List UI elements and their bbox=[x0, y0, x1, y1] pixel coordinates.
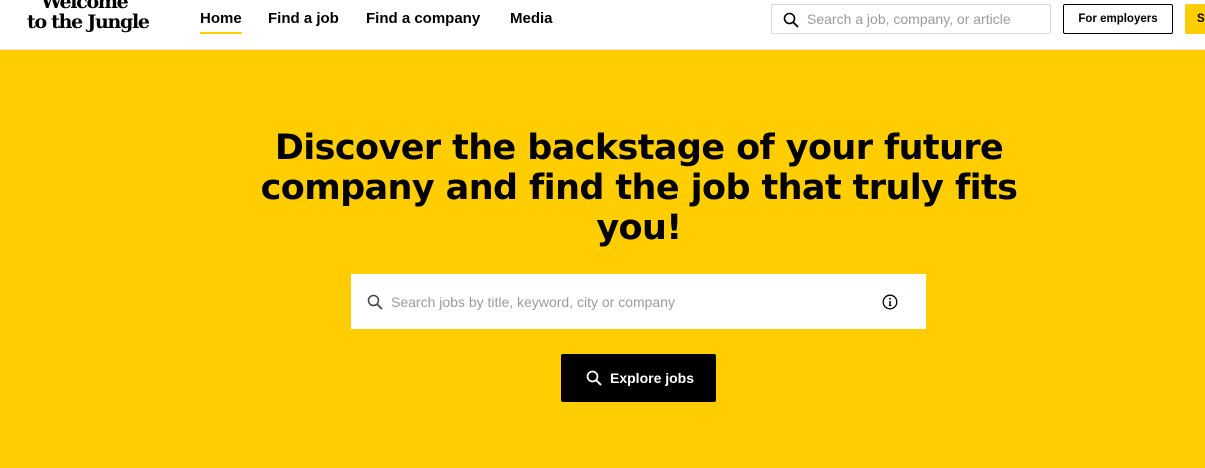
top-header: Welcome to the Jungle Home Find a job Fi… bbox=[0, 0, 1205, 50]
explore-jobs-button[interactable]: Explore jobs bbox=[561, 354, 716, 402]
job-search-box[interactable] bbox=[351, 274, 926, 329]
header-search-input[interactable] bbox=[807, 5, 1042, 33]
explore-jobs-label: Explore jobs bbox=[610, 370, 695, 386]
header-search-box[interactable] bbox=[771, 4, 1051, 34]
hero-title: Discover the backstage of your future co… bbox=[260, 128, 1018, 248]
sign-in-button[interactable]: Sign in bbox=[1185, 4, 1205, 34]
job-search-input[interactable] bbox=[391, 274, 871, 329]
info-icon[interactable] bbox=[882, 294, 898, 310]
for-employers-button[interactable]: For employers bbox=[1063, 4, 1173, 34]
nav-item-home[interactable]: Home bbox=[200, 10, 242, 34]
nav-item-find-a-company[interactable]: Find a company bbox=[366, 10, 480, 27]
nav-item-find-a-job[interactable]: Find a job bbox=[268, 10, 339, 27]
search-icon bbox=[367, 294, 383, 310]
nav-item-media[interactable]: Media bbox=[510, 10, 553, 27]
logo-line-2: to the Jungle bbox=[27, 11, 150, 33]
search-icon bbox=[586, 370, 602, 386]
search-icon bbox=[783, 12, 799, 28]
site-logo[interactable]: Welcome to the Jungle bbox=[27, 0, 157, 32]
